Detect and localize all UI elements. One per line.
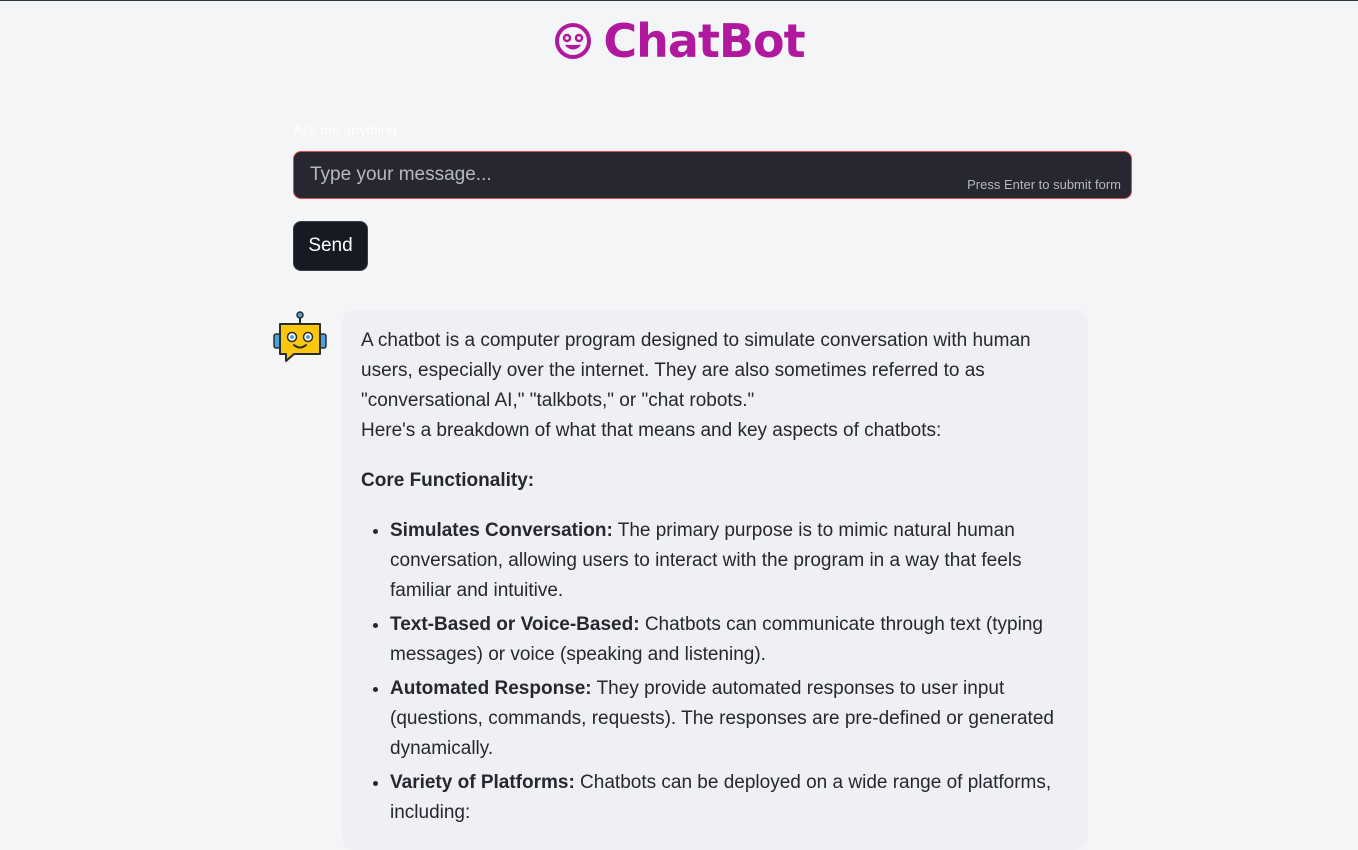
send-button[interactable]: Send	[293, 221, 368, 271]
list-item: Variety of Platforms: Chatbots can be de…	[390, 768, 1068, 828]
message-input[interactable]	[294, 152, 946, 198]
list-item: Simulates Conversation: The primary purp…	[390, 516, 1068, 606]
list-item: Text-Based or Voice-Based: Chatbots can …	[390, 610, 1068, 670]
message-input-label: Ask me anything	[293, 122, 397, 138]
page-title: ChatBot	[603, 14, 805, 68]
section-heading: Core Functionality:	[361, 470, 535, 491]
smiling-face-icon	[555, 23, 592, 59]
list-item-term: Variety of Platforms:	[390, 772, 575, 793]
submit-hint: Press Enter to submit form	[967, 177, 1121, 192]
intro-line-1: A chatbot is a computer program designed…	[361, 330, 1031, 411]
message-input-container[interactable]: Press Enter to submit form	[293, 151, 1132, 199]
list-item-term: Text-Based or Voice-Based:	[390, 614, 640, 635]
intro-line-2: Here's a breakdown of what that means an…	[361, 420, 942, 441]
list-item-term: Simulates Conversation:	[390, 520, 613, 541]
app-header: ChatBot	[0, 14, 1358, 68]
robot-icon	[273, 311, 327, 362]
list-item: Automated Response: They provide automat…	[390, 674, 1068, 764]
list-item-term: Automated Response:	[390, 678, 592, 699]
top-border	[0, 0, 1358, 1]
feature-list: Simulates Conversation: The primary purp…	[361, 516, 1068, 828]
assistant-message: A chatbot is a computer program designed…	[341, 310, 1088, 850]
